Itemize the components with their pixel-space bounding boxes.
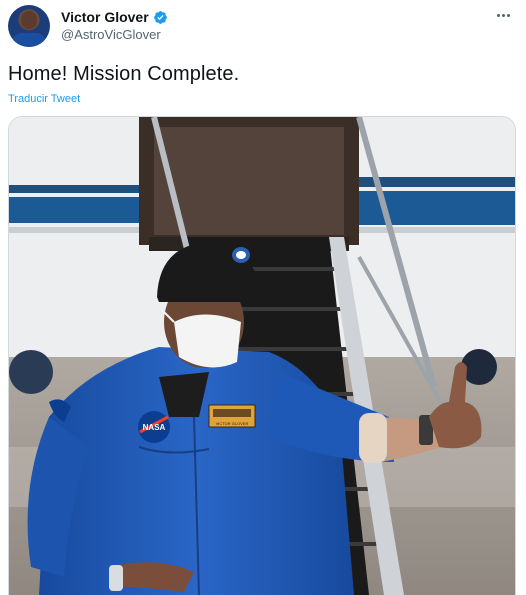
tweet-photo[interactable]: NASA VICTOR GLOVER (8, 116, 516, 595)
translate-tweet-link[interactable]: Traducir Tweet (8, 93, 80, 105)
verified-badge-icon (153, 10, 167, 24)
author-name-row: Victor Glover (61, 9, 168, 25)
author-display-name[interactable]: Victor Glover (61, 9, 149, 25)
author-handle[interactable]: @AstroVicGlover (61, 27, 161, 42)
svg-text:NASA: NASA (143, 423, 166, 432)
svg-text:VICTOR GLOVER: VICTOR GLOVER (216, 421, 249, 426)
photo-illustration: NASA VICTOR GLOVER (9, 117, 515, 595)
more-options-icon[interactable] (492, 6, 514, 24)
tweet-text: Home! Mission Complete. (8, 63, 240, 85)
tweet: Victor Glover @AstroVicGlover Home! Miss… (0, 0, 526, 595)
avatar[interactable] (8, 5, 50, 47)
